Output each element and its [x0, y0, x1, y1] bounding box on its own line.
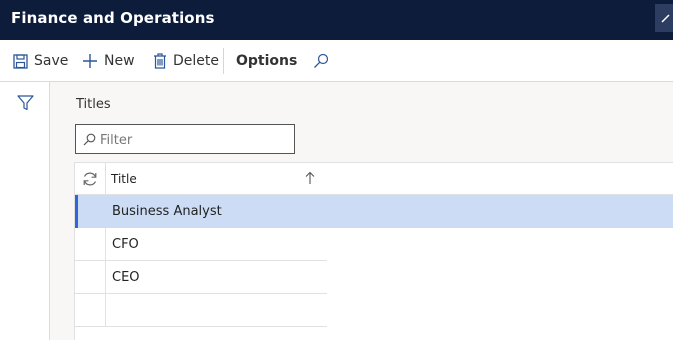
search-icon — [314, 53, 329, 68]
new-label: New — [104, 53, 135, 69]
row-selector[interactable] — [75, 294, 106, 326]
save-label: Save — [34, 53, 69, 69]
options-label: Options — [236, 53, 298, 69]
table-row[interactable]: Business Analyst — [75, 195, 673, 228]
title-cell[interactable]: CEO — [112, 270, 140, 285]
main-content: Titles Title Business Analyst — [50, 82, 673, 340]
plus-icon — [83, 54, 97, 68]
top-nav-bar: Finance and Operations — [0, 0, 673, 40]
app-title: Finance and Operations — [11, 9, 215, 27]
filter-field[interactable] — [75, 124, 295, 154]
filter-input[interactable] — [100, 130, 285, 150]
search-button[interactable] — [313, 40, 335, 82]
filter-funnel-icon[interactable] — [17, 95, 34, 111]
options-tab[interactable]: Options — [236, 40, 297, 82]
title-cell[interactable]: Business Analyst — [112, 204, 222, 219]
delete-label: Delete — [173, 53, 219, 69]
table-row[interactable]: CFO — [75, 228, 327, 261]
delete-button[interactable]: Delete — [153, 40, 219, 82]
title-cell[interactable]: CFO — [112, 237, 139, 252]
save-icon — [13, 53, 28, 69]
section-label: Titles — [76, 97, 111, 112]
refresh-icon — [83, 172, 97, 186]
trash-icon — [154, 53, 166, 69]
action-pane: Save New Delete Options — [0, 40, 673, 82]
search-icon — [83, 133, 96, 146]
save-button[interactable]: Save — [13, 40, 68, 82]
table-row[interactable]: CEO — [75, 261, 327, 294]
row-selector[interactable] — [75, 261, 106, 293]
row-selector[interactable] — [75, 195, 106, 227]
chevron-icon — [661, 14, 670, 23]
toolbar-divider — [223, 48, 224, 74]
grid-header: Title — [75, 163, 673, 195]
sort-ascending-icon[interactable] — [305, 171, 315, 185]
new-button[interactable]: New — [82, 40, 135, 82]
topbar-action-button[interactable] — [655, 4, 673, 32]
column-header-title[interactable]: Title — [111, 172, 137, 186]
titles-grid: Title Business Analyst CFO CEO — [74, 162, 673, 340]
row-selector[interactable] — [75, 228, 106, 260]
filter-pane-strip — [0, 82, 50, 340]
table-row[interactable] — [75, 294, 327, 327]
grid-refresh-cell[interactable] — [75, 163, 106, 195]
